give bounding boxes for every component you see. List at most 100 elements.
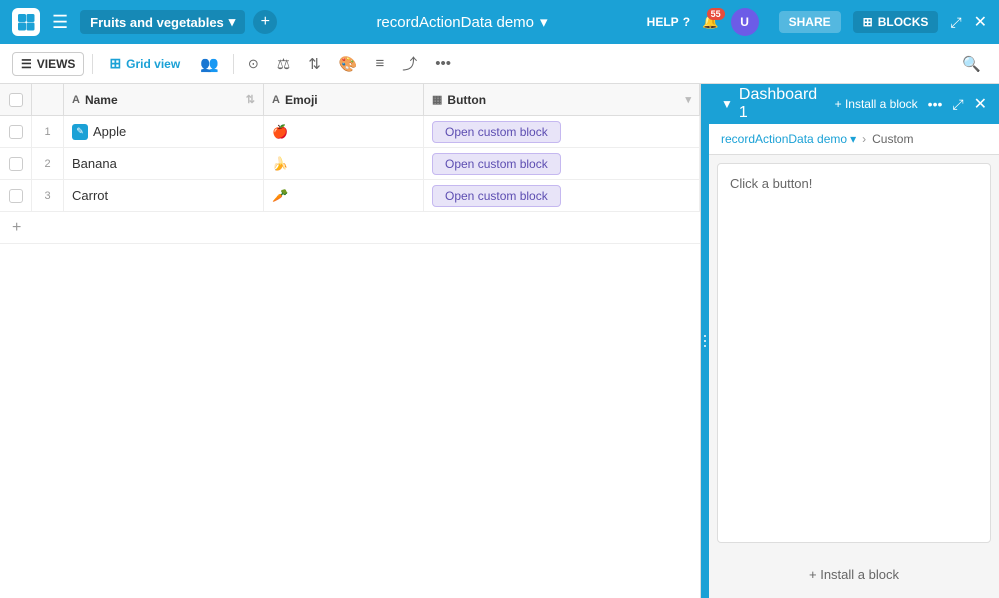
panel-chevron-icon[interactable]: ▼ <box>721 97 733 111</box>
row-height-icon: ≡ <box>376 55 385 72</box>
close-button[interactable]: ✕ <box>974 12 987 32</box>
panel-source-label: recordActionData demo <box>721 132 847 146</box>
panel-close-button[interactable]: ✕ <box>974 94 987 114</box>
panel-header-left: ▼ Dashboard 1 <box>721 86 827 122</box>
grid-view-button[interactable]: ⊞ Grid view <box>101 51 188 76</box>
blocks-label: BLOCKS <box>878 15 929 29</box>
notif-badge: 55 <box>707 8 725 20</box>
panel-sub-separator: › <box>862 132 866 146</box>
col-label-button: Button <box>447 93 486 107</box>
header-checkbox[interactable] <box>9 93 23 107</box>
row-1-open-block-button[interactable]: Open custom block <box>432 121 561 143</box>
table-row: 2 ⤢ Banana 🍌 Open custom block <box>0 148 700 180</box>
row-1-name-cell[interactable]: ✎ Apple <box>64 116 264 147</box>
share-view-button[interactable]: ⤴ <box>396 49 423 78</box>
table-area: A Name ⇅ A Emoji ▦ Button ▾ 1 ⤢ <box>0 84 701 598</box>
add-row-icon: + <box>12 219 21 237</box>
row-1-emoji: 🍎 <box>272 124 288 140</box>
column-header-button[interactable]: ▦ Button ▾ <box>424 84 700 115</box>
row-1-emoji-cell[interactable]: 🍎 <box>264 116 424 147</box>
share-button[interactable]: SHARE <box>779 11 841 33</box>
row-3-checkbox[interactable] <box>9 189 23 203</box>
top-bar-left: ☰ Fruits and vegetables ▾ + <box>12 8 277 37</box>
row-2-open-block-button[interactable]: Open custom block <box>432 153 561 175</box>
column-header-name[interactable]: A Name ⇅ <box>64 84 264 115</box>
more-options-button[interactable]: ••• <box>429 51 457 76</box>
panel-maximize-button[interactable]: ⤢ <box>952 96 963 113</box>
col-label-emoji: Emoji <box>285 93 318 107</box>
sort-button[interactable]: 🎨 <box>333 51 364 77</box>
install-block-bottom-label: + Install a block <box>809 567 899 582</box>
row-2-emoji-cell[interactable]: 🍌 <box>264 148 424 179</box>
add-base-button[interactable]: + <box>253 10 277 34</box>
row-3-emoji: 🥕 <box>272 188 288 204</box>
search-button[interactable]: 🔍 <box>956 51 987 77</box>
dashboard-title: Dashboard 1 <box>739 86 827 122</box>
top-bar-right: HELP ? 🔔 55 U SHARE ⊞ BLOCKS ⤢ ✕ <box>647 8 987 36</box>
filter-button[interactable]: ⚖ <box>271 51 296 77</box>
panel-install-block-bottom[interactable]: + Install a block <box>709 551 999 598</box>
views-icon: ☰ <box>21 57 32 71</box>
col-label-name: Name <box>85 93 118 107</box>
row-1-name: Apple <box>93 124 126 139</box>
group-icon: ⇅ <box>308 55 321 73</box>
share-icon: ⤴ <box>402 53 417 74</box>
row-num-3: 3 ⤢ <box>32 180 64 211</box>
more-dots-icon: ••• <box>928 96 943 112</box>
panel-source-caret: ▾ <box>850 132 856 146</box>
column-header-emoji[interactable]: A Emoji <box>264 84 424 115</box>
views-button[interactable]: ☰ VIEWS <box>12 52 84 76</box>
col-type-icon-emoji: A <box>272 94 280 106</box>
avatar-initials: U <box>740 15 749 29</box>
row-3-emoji-cell[interactable]: 🥕 <box>264 180 424 211</box>
row-3-name-cell[interactable]: Carrot <box>64 180 264 211</box>
views-label: VIEWS <box>37 57 76 71</box>
col-type-icon-button: ▦ <box>432 93 442 106</box>
col-type-icon-name: A <box>72 94 80 106</box>
base-name-button[interactable]: Fruits and vegetables ▾ <box>80 10 245 34</box>
blocks-tab-button[interactable]: ⊞ BLOCKS <box>853 11 939 33</box>
title-caret: ▾ <box>540 13 548 31</box>
panel-source-selector[interactable]: recordActionData demo ▾ <box>721 132 856 146</box>
row-3-open-block-button[interactable]: Open custom block <box>432 185 561 207</box>
add-row-button[interactable]: + <box>0 212 700 244</box>
hide-fields-button[interactable]: ⊙ <box>242 52 265 76</box>
avatar-button[interactable]: U <box>731 8 759 36</box>
sort-icon: 🎨 <box>339 55 358 73</box>
row-2-name-cell[interactable]: Banana <box>64 148 264 179</box>
panel-close-icon: ✕ <box>974 96 987 113</box>
table-header: A Name ⇅ A Emoji ▦ Button ▾ <box>0 84 700 116</box>
toolbar-divider-2 <box>233 54 234 74</box>
resize-dot-1 <box>704 335 706 337</box>
top-bar: ☰ Fruits and vegetables ▾ + recordAction… <box>0 0 999 44</box>
panel-type-label: Custom <box>872 132 913 146</box>
top-bar-center: recordActionData demo ▾ <box>376 13 547 31</box>
row-num-2: 2 ⤢ <box>32 148 64 179</box>
help-icon: ? <box>683 15 690 29</box>
install-block-label: + Install a block <box>835 97 918 111</box>
row-2-emoji: 🍌 <box>272 156 288 172</box>
panel-content: Click a button! <box>717 163 991 543</box>
install-block-button[interactable]: + Install a block <box>835 97 918 111</box>
toolbar-divider <box>92 54 93 74</box>
help-button[interactable]: HELP ? <box>647 15 690 29</box>
app-title: recordActionData demo <box>376 14 534 31</box>
row-height-button[interactable]: ≡ <box>370 51 391 76</box>
table-row: 3 ⤢ Carrot 🥕 Open custom block <box>0 180 700 212</box>
panel-sub-header: recordActionData demo ▾ › Custom <box>709 124 999 155</box>
hamburger-button[interactable]: ☰ <box>48 8 72 37</box>
base-name-label: Fruits and vegetables <box>90 15 224 30</box>
collaborators-button[interactable]: 👥 <box>194 51 225 77</box>
panel-resize-handle[interactable] <box>701 84 709 598</box>
panel-actions: + Install a block ••• ⤢ ✕ <box>835 94 987 114</box>
group-button[interactable]: ⇅ <box>302 51 327 77</box>
col-sort-icon: ⇅ <box>246 93 255 106</box>
grid-view-icon: ⊞ <box>109 55 121 72</box>
filter-icon: ⚖ <box>277 55 290 73</box>
panel-more-button[interactable]: ••• <box>928 96 943 112</box>
resize-dot-2 <box>704 340 706 342</box>
row-2-checkbox[interactable] <box>9 157 23 171</box>
row-1-checkbox[interactable] <box>9 125 23 139</box>
maximize-button[interactable]: ⤢ <box>950 14 961 31</box>
notifications-button[interactable]: 🔔 55 <box>702 14 719 30</box>
